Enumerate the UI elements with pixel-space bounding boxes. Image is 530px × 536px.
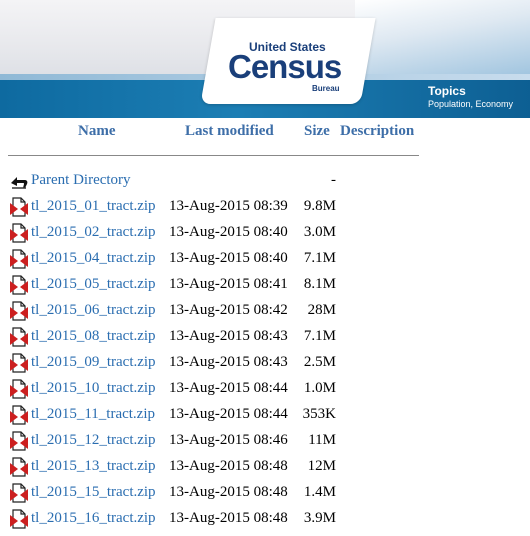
file-date: 13-Aug-2015 08:41 xyxy=(169,276,288,292)
file-date: 13-Aug-2015 08:48 xyxy=(169,458,288,474)
zip-file-icon xyxy=(8,508,30,530)
zip-file-icon xyxy=(8,248,30,270)
zip-file-icon xyxy=(8,456,30,478)
file-size: 12M xyxy=(307,458,336,474)
zip-file-icon xyxy=(8,196,30,218)
file-link[interactable]: tl_2015_06_tract.zip xyxy=(31,300,156,320)
zip-file-icon xyxy=(8,274,30,296)
file-link[interactable]: tl_2015_13_tract.zip xyxy=(31,456,156,476)
topics-link[interactable]: Topics Population, Economy xyxy=(428,84,513,110)
column-header-description[interactable]: Description xyxy=(340,123,414,140)
topics-title: Topics xyxy=(428,84,466,98)
column-header-name[interactable]: Name xyxy=(78,123,116,140)
file-size: 3.0M xyxy=(303,224,336,240)
census-banner: United States Census Bureau Topics Popul… xyxy=(0,0,530,118)
file-link[interactable]: tl_2015_02_tract.zip xyxy=(31,222,156,242)
file-size: 1.0M xyxy=(303,380,336,396)
column-header-size[interactable]: Size xyxy=(304,123,330,140)
file-link[interactable]: tl_2015_12_tract.zip xyxy=(31,430,156,450)
zip-file-icon xyxy=(8,430,30,452)
header-divider xyxy=(8,155,419,156)
file-date: 13-Aug-2015 08:44 xyxy=(169,406,288,422)
zip-file-icon xyxy=(8,326,30,348)
file-link[interactable]: tl_2015_08_tract.zip xyxy=(31,326,156,346)
file-date: 13-Aug-2015 08:42 xyxy=(169,302,288,318)
logo-bureau: Bureau xyxy=(312,84,340,93)
file-link[interactable]: tl_2015_09_tract.zip xyxy=(31,352,156,372)
file-link[interactable]: tl_2015_15_tract.zip xyxy=(31,482,156,502)
file-link[interactable]: tl_2015_10_tract.zip xyxy=(31,378,156,398)
file-size: 9.8M xyxy=(303,198,336,214)
file-date: 13-Aug-2015 08:40 xyxy=(169,250,288,266)
back-arrow-icon xyxy=(8,170,30,192)
zip-file-icon xyxy=(8,404,30,426)
file-size: 2.5M xyxy=(303,354,336,370)
banner-right-panel xyxy=(355,0,530,80)
file-link[interactable]: tl_2015_05_tract.zip xyxy=(31,274,156,294)
zip-file-icon xyxy=(8,482,30,504)
file-date: 13-Aug-2015 08:39 xyxy=(169,198,288,214)
zip-file-icon xyxy=(8,378,30,400)
file-size: 353K xyxy=(302,406,336,422)
file-link[interactable]: tl_2015_01_tract.zip xyxy=(31,196,156,216)
file-date: 13-Aug-2015 08:48 xyxy=(169,510,288,526)
file-date: 13-Aug-2015 08:46 xyxy=(169,432,288,448)
parent-size: - xyxy=(331,172,336,188)
logo-census: Census xyxy=(228,48,342,85)
file-date: 13-Aug-2015 08:48 xyxy=(169,484,288,500)
census-logo[interactable]: United States Census Bureau xyxy=(228,40,342,100)
file-size: 8.1M xyxy=(303,276,336,292)
topics-subtitle: Population, Economy xyxy=(428,99,514,109)
zip-file-icon xyxy=(8,222,30,244)
file-size: 28M xyxy=(307,302,336,318)
file-size: 3.9M xyxy=(303,510,336,526)
file-date: 13-Aug-2015 08:43 xyxy=(169,328,288,344)
zip-file-icon xyxy=(8,300,30,322)
column-header-last-modified[interactable]: Last modified xyxy=(185,123,274,140)
file-date: 13-Aug-2015 08:43 xyxy=(169,354,288,370)
file-date: 13-Aug-2015 08:44 xyxy=(169,380,288,396)
file-link[interactable]: tl_2015_16_tract.zip xyxy=(31,508,156,528)
zip-file-icon xyxy=(8,352,30,374)
file-size: 7.1M xyxy=(303,250,336,266)
file-size: 7.1M xyxy=(303,328,336,344)
file-size: 1.4M xyxy=(303,484,336,500)
file-date: 13-Aug-2015 08:40 xyxy=(169,224,288,240)
file-link[interactable]: tl_2015_04_tract.zip xyxy=(31,248,156,268)
file-size: 11M xyxy=(308,432,336,448)
parent-directory-link[interactable]: Parent Directory xyxy=(31,170,131,190)
file-link[interactable]: tl_2015_11_tract.zip xyxy=(31,404,155,424)
